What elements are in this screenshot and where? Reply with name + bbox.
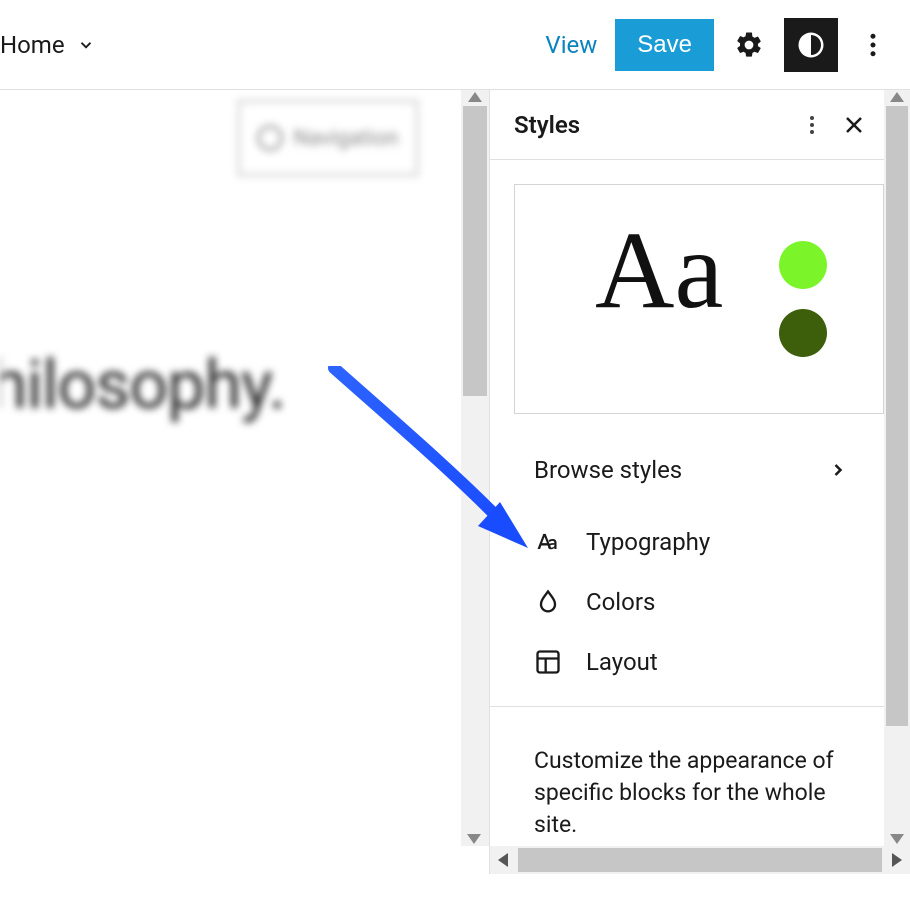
breadcrumb-home-label: Home (0, 31, 65, 59)
more-vertical-icon (858, 30, 888, 60)
editor-canvas[interactable]: Navigation hilosophy. (0, 90, 490, 874)
breadcrumb[interactable]: Home (0, 31, 95, 59)
contrast-icon (796, 30, 826, 60)
colors-row[interactable]: Colors (490, 572, 884, 632)
styles-panel-title: Styles (514, 111, 580, 139)
chevron-down-icon (77, 36, 95, 54)
layout-label: Layout (586, 648, 658, 676)
colors-label: Colors (586, 588, 655, 616)
save-button[interactable]: Save (615, 19, 714, 71)
settings-button[interactable] (722, 18, 776, 72)
browse-styles-label: Browse styles (534, 456, 682, 484)
style-preview-typography: Aa (595, 215, 723, 325)
panel-divider (490, 706, 884, 707)
top-toolbar: Home View Save (0, 0, 910, 90)
canvas-scrollbar-vertical[interactable] (461, 90, 489, 846)
compass-icon (257, 125, 283, 151)
style-preview-swatch-primary (779, 241, 827, 289)
typography-row[interactable]: Typography (490, 512, 884, 572)
scroll-h-thumb[interactable] (518, 848, 882, 872)
toolbar-actions: View Save (535, 18, 900, 72)
navigation-block-placeholder: Navigation (238, 100, 418, 176)
style-preview-swatch-secondary (779, 309, 827, 357)
droplet-icon (534, 588, 562, 616)
scroll-right-arrow[interactable] (884, 846, 910, 874)
view-link[interactable]: View (535, 23, 607, 67)
scroll-left-arrow[interactable] (490, 846, 516, 874)
style-preview-card[interactable]: Aa (514, 184, 884, 414)
typography-icon (534, 528, 562, 556)
close-icon[interactable] (842, 113, 866, 137)
styles-more-icon[interactable] (800, 113, 824, 137)
blocks-description: Customize the appearance of specific blo… (490, 721, 884, 846)
gear-icon (734, 30, 764, 60)
main-area: Navigation hilosophy. Styles Aa Browse s… (0, 90, 910, 874)
styles-toggle-button[interactable] (784, 18, 838, 72)
browse-styles-row[interactable]: Browse styles (490, 428, 884, 512)
panel-scrollbar-horizontal[interactable] (490, 846, 910, 874)
panel-scrollbar-vertical[interactable] (884, 90, 910, 846)
styles-panel-header: Styles (490, 90, 884, 160)
styles-panel-wrap: Styles Aa Browse styles Typography (490, 90, 910, 874)
styles-panel: Styles Aa Browse styles Typography (490, 90, 884, 846)
layout-row[interactable]: Layout (490, 632, 884, 692)
layout-icon (534, 648, 562, 676)
typography-label: Typography (586, 528, 710, 556)
more-options-button[interactable] (846, 18, 900, 72)
canvas-content: Navigation hilosophy. (0, 90, 461, 846)
navigation-block-label: Navigation (293, 126, 398, 151)
canvas-heading-fragment: hilosophy. (0, 345, 285, 425)
chevron-right-icon (828, 460, 848, 480)
